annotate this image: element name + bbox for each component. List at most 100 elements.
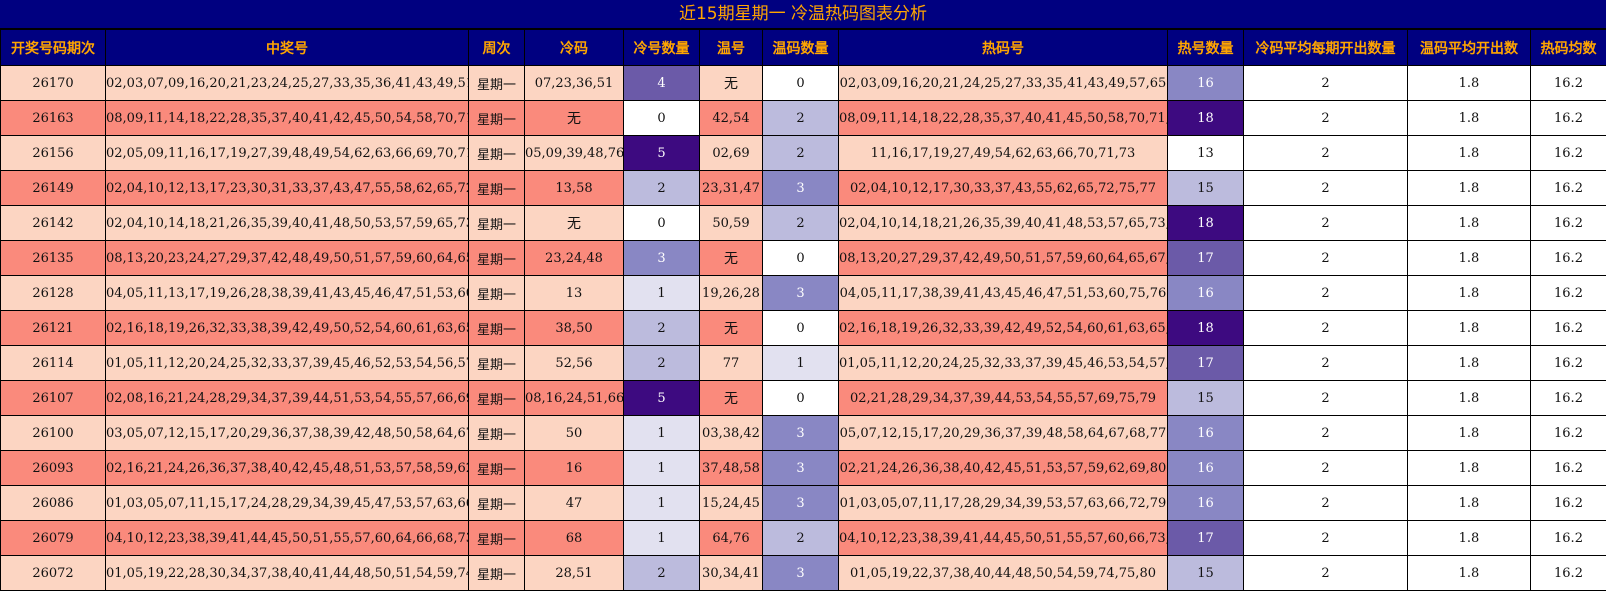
cold-count-cell: 0 — [623, 100, 700, 136]
warm-avg-cell: 1.8 — [1407, 555, 1531, 591]
weekday-cell: 星期一 — [468, 65, 525, 101]
warm-count-cell: 0 — [762, 310, 839, 346]
hot-avg-cell: 16.2 — [1530, 345, 1606, 381]
warm-cell: 77 — [699, 345, 763, 381]
hot-avg-cell: 16.2 — [1530, 135, 1606, 171]
cold-count-cell: 1 — [623, 415, 700, 451]
warm-cell: 15,24,45 — [699, 485, 763, 521]
cold-cell: 无 — [524, 205, 624, 241]
warm-avg-cell: 1.8 — [1407, 65, 1531, 101]
cold-count-cell: 2 — [623, 555, 700, 591]
col-header-numbers: 中奖号 — [105, 29, 469, 66]
issue-cell: 26114 — [0, 345, 106, 381]
weekday-cell: 星期一 — [468, 205, 525, 241]
table-row: 26072 01,05,19,22,28,30,34,37,38,40,41,44… — [0, 555, 1606, 591]
cold-cell: 52,56 — [524, 345, 624, 381]
numbers-cell: 04,10,12,23,38,39,41,44,45,50,51,55,57,6… — [105, 520, 469, 556]
weekday-cell: 星期一 — [468, 380, 525, 416]
col-header-issue: 开奖号码期次 — [0, 29, 106, 66]
cold-cell: 07,23,36,51 — [524, 65, 624, 101]
hot-count-cell: 16 — [1167, 450, 1244, 486]
hot-avg-cell: 16.2 — [1530, 170, 1606, 206]
table-row: 26121 02,16,18,19,26,32,33,38,39,42,49,50… — [0, 310, 1606, 346]
warm-count-cell: 1 — [762, 345, 839, 381]
table-row: 26107 02,08,16,21,24,28,29,34,37,39,44,51… — [0, 380, 1606, 416]
col-header-hot-count: 热号数量 — [1167, 29, 1244, 66]
numbers-cell: 01,05,19,22,28,30,34,37,38,40,41,44,48,5… — [105, 555, 469, 591]
hot-cell: 08,13,20,27,29,37,42,49,50,51,57,59,60,6… — [838, 240, 1168, 276]
hot-cell: 01,05,11,12,20,24,25,32,33,37,39,45,46,5… — [838, 345, 1168, 381]
warm-count-cell: 3 — [762, 555, 839, 591]
hot-count-cell: 16 — [1167, 275, 1244, 311]
issue-cell: 26072 — [0, 555, 106, 591]
warm-cell: 无 — [699, 380, 763, 416]
hot-count-cell: 13 — [1167, 135, 1244, 171]
weekday-cell: 星期一 — [468, 100, 525, 136]
cold-avg-cell: 2 — [1243, 100, 1408, 136]
table-row: 26163 08,09,11,14,18,22,28,35,37,40,41,42… — [0, 100, 1606, 136]
col-header-cold-count: 冷号数量 — [623, 29, 700, 66]
cold-count-cell: 0 — [623, 205, 700, 241]
warm-cell: 02,69 — [699, 135, 763, 171]
issue-cell: 26121 — [0, 310, 106, 346]
warm-avg-cell: 1.8 — [1407, 100, 1531, 136]
cold-count-cell: 2 — [623, 310, 700, 346]
issue-cell: 26142 — [0, 205, 106, 241]
page-title: 近15期星期一 冷温热码图表分析 — [0, 0, 1606, 29]
cold-count-cell: 5 — [623, 380, 700, 416]
hot-cell: 02,04,10,12,17,30,33,37,43,55,62,65,72,7… — [838, 170, 1168, 206]
cold-avg-cell: 2 — [1243, 65, 1408, 101]
cold-avg-cell: 2 — [1243, 135, 1408, 171]
table-row: 26086 01,03,05,07,11,15,17,24,28,29,34,39… — [0, 485, 1606, 521]
numbers-cell: 01,05,11,12,20,24,25,32,33,37,39,45,46,5… — [105, 345, 469, 381]
warm-avg-cell: 1.8 — [1407, 450, 1531, 486]
issue-cell: 26079 — [0, 520, 106, 556]
weekday-cell: 星期一 — [468, 345, 525, 381]
table-row: 26100 03,05,07,12,15,17,20,29,36,37,38,39… — [0, 415, 1606, 451]
issue-cell: 26093 — [0, 450, 106, 486]
numbers-cell: 08,09,11,14,18,22,28,35,37,40,41,42,45,5… — [105, 100, 469, 136]
hot-count-cell: 16 — [1167, 415, 1244, 451]
hot-cell: 02,03,09,16,20,21,24,25,27,33,35,41,43,4… — [838, 65, 1168, 101]
analysis-table: 开奖号码期次 中奖号 周次 冷码 冷号数量 温号 温码数量 热码号 热号数量 冷… — [0, 29, 1606, 591]
table-row: 26156 02,05,09,11,16,17,19,27,39,48,49,54… — [0, 135, 1606, 171]
table-body: 26170 02,03,07,09,16,20,21,23,24,25,27,33… — [0, 65, 1606, 591]
issue-cell: 26100 — [0, 415, 106, 451]
cold-avg-cell: 2 — [1243, 555, 1408, 591]
hot-avg-cell: 16.2 — [1530, 555, 1606, 591]
hot-avg-cell: 16.2 — [1530, 275, 1606, 311]
warm-avg-cell: 1.8 — [1407, 485, 1531, 521]
cold-cell: 23,24,48 — [524, 240, 624, 276]
hot-cell: 02,16,18,19,26,32,33,39,42,49,52,54,60,6… — [838, 310, 1168, 346]
warm-count-cell: 3 — [762, 415, 839, 451]
warm-count-cell: 3 — [762, 275, 839, 311]
cold-count-cell: 1 — [623, 485, 700, 521]
hot-cell: 01,03,05,07,11,17,28,29,34,39,53,57,63,6… — [838, 485, 1168, 521]
warm-avg-cell: 1.8 — [1407, 275, 1531, 311]
numbers-cell: 02,03,07,09,16,20,21,23,24,25,27,33,35,3… — [105, 65, 469, 101]
hot-cell: 02,04,10,14,18,21,26,35,39,40,41,48,53,5… — [838, 205, 1168, 241]
weekday-cell: 星期一 — [468, 310, 525, 346]
cold-cell: 05,09,39,48,76 — [524, 135, 624, 171]
warm-cell: 23,31,47 — [699, 170, 763, 206]
warm-count-cell: 2 — [762, 205, 839, 241]
cold-cell: 68 — [524, 520, 624, 556]
hot-count-cell: 18 — [1167, 205, 1244, 241]
cold-count-cell: 1 — [623, 520, 700, 556]
table-row: 26149 02,04,10,12,13,17,23,30,31,33,37,43… — [0, 170, 1606, 206]
hot-avg-cell: 16.2 — [1530, 520, 1606, 556]
hot-avg-cell: 16.2 — [1530, 310, 1606, 346]
hot-cell: 04,05,11,17,38,39,41,43,45,46,47,51,53,6… — [838, 275, 1168, 311]
warm-avg-cell: 1.8 — [1407, 310, 1531, 346]
cold-count-cell: 1 — [623, 450, 700, 486]
numbers-cell: 01,03,05,07,11,15,17,24,28,29,34,39,45,4… — [105, 485, 469, 521]
cold-cell: 08,16,24,51,66 — [524, 380, 624, 416]
hot-count-cell: 15 — [1167, 170, 1244, 206]
cold-count-cell: 2 — [623, 345, 700, 381]
weekday-cell: 星期一 — [468, 275, 525, 311]
col-header-cold-avg: 冷码平均每期开出数量 — [1243, 29, 1408, 66]
numbers-cell: 02,16,21,24,26,36,37,38,40,42,45,48,51,5… — [105, 450, 469, 486]
cold-avg-cell: 2 — [1243, 380, 1408, 416]
cold-cell: 无 — [524, 100, 624, 136]
warm-avg-cell: 1.8 — [1407, 205, 1531, 241]
